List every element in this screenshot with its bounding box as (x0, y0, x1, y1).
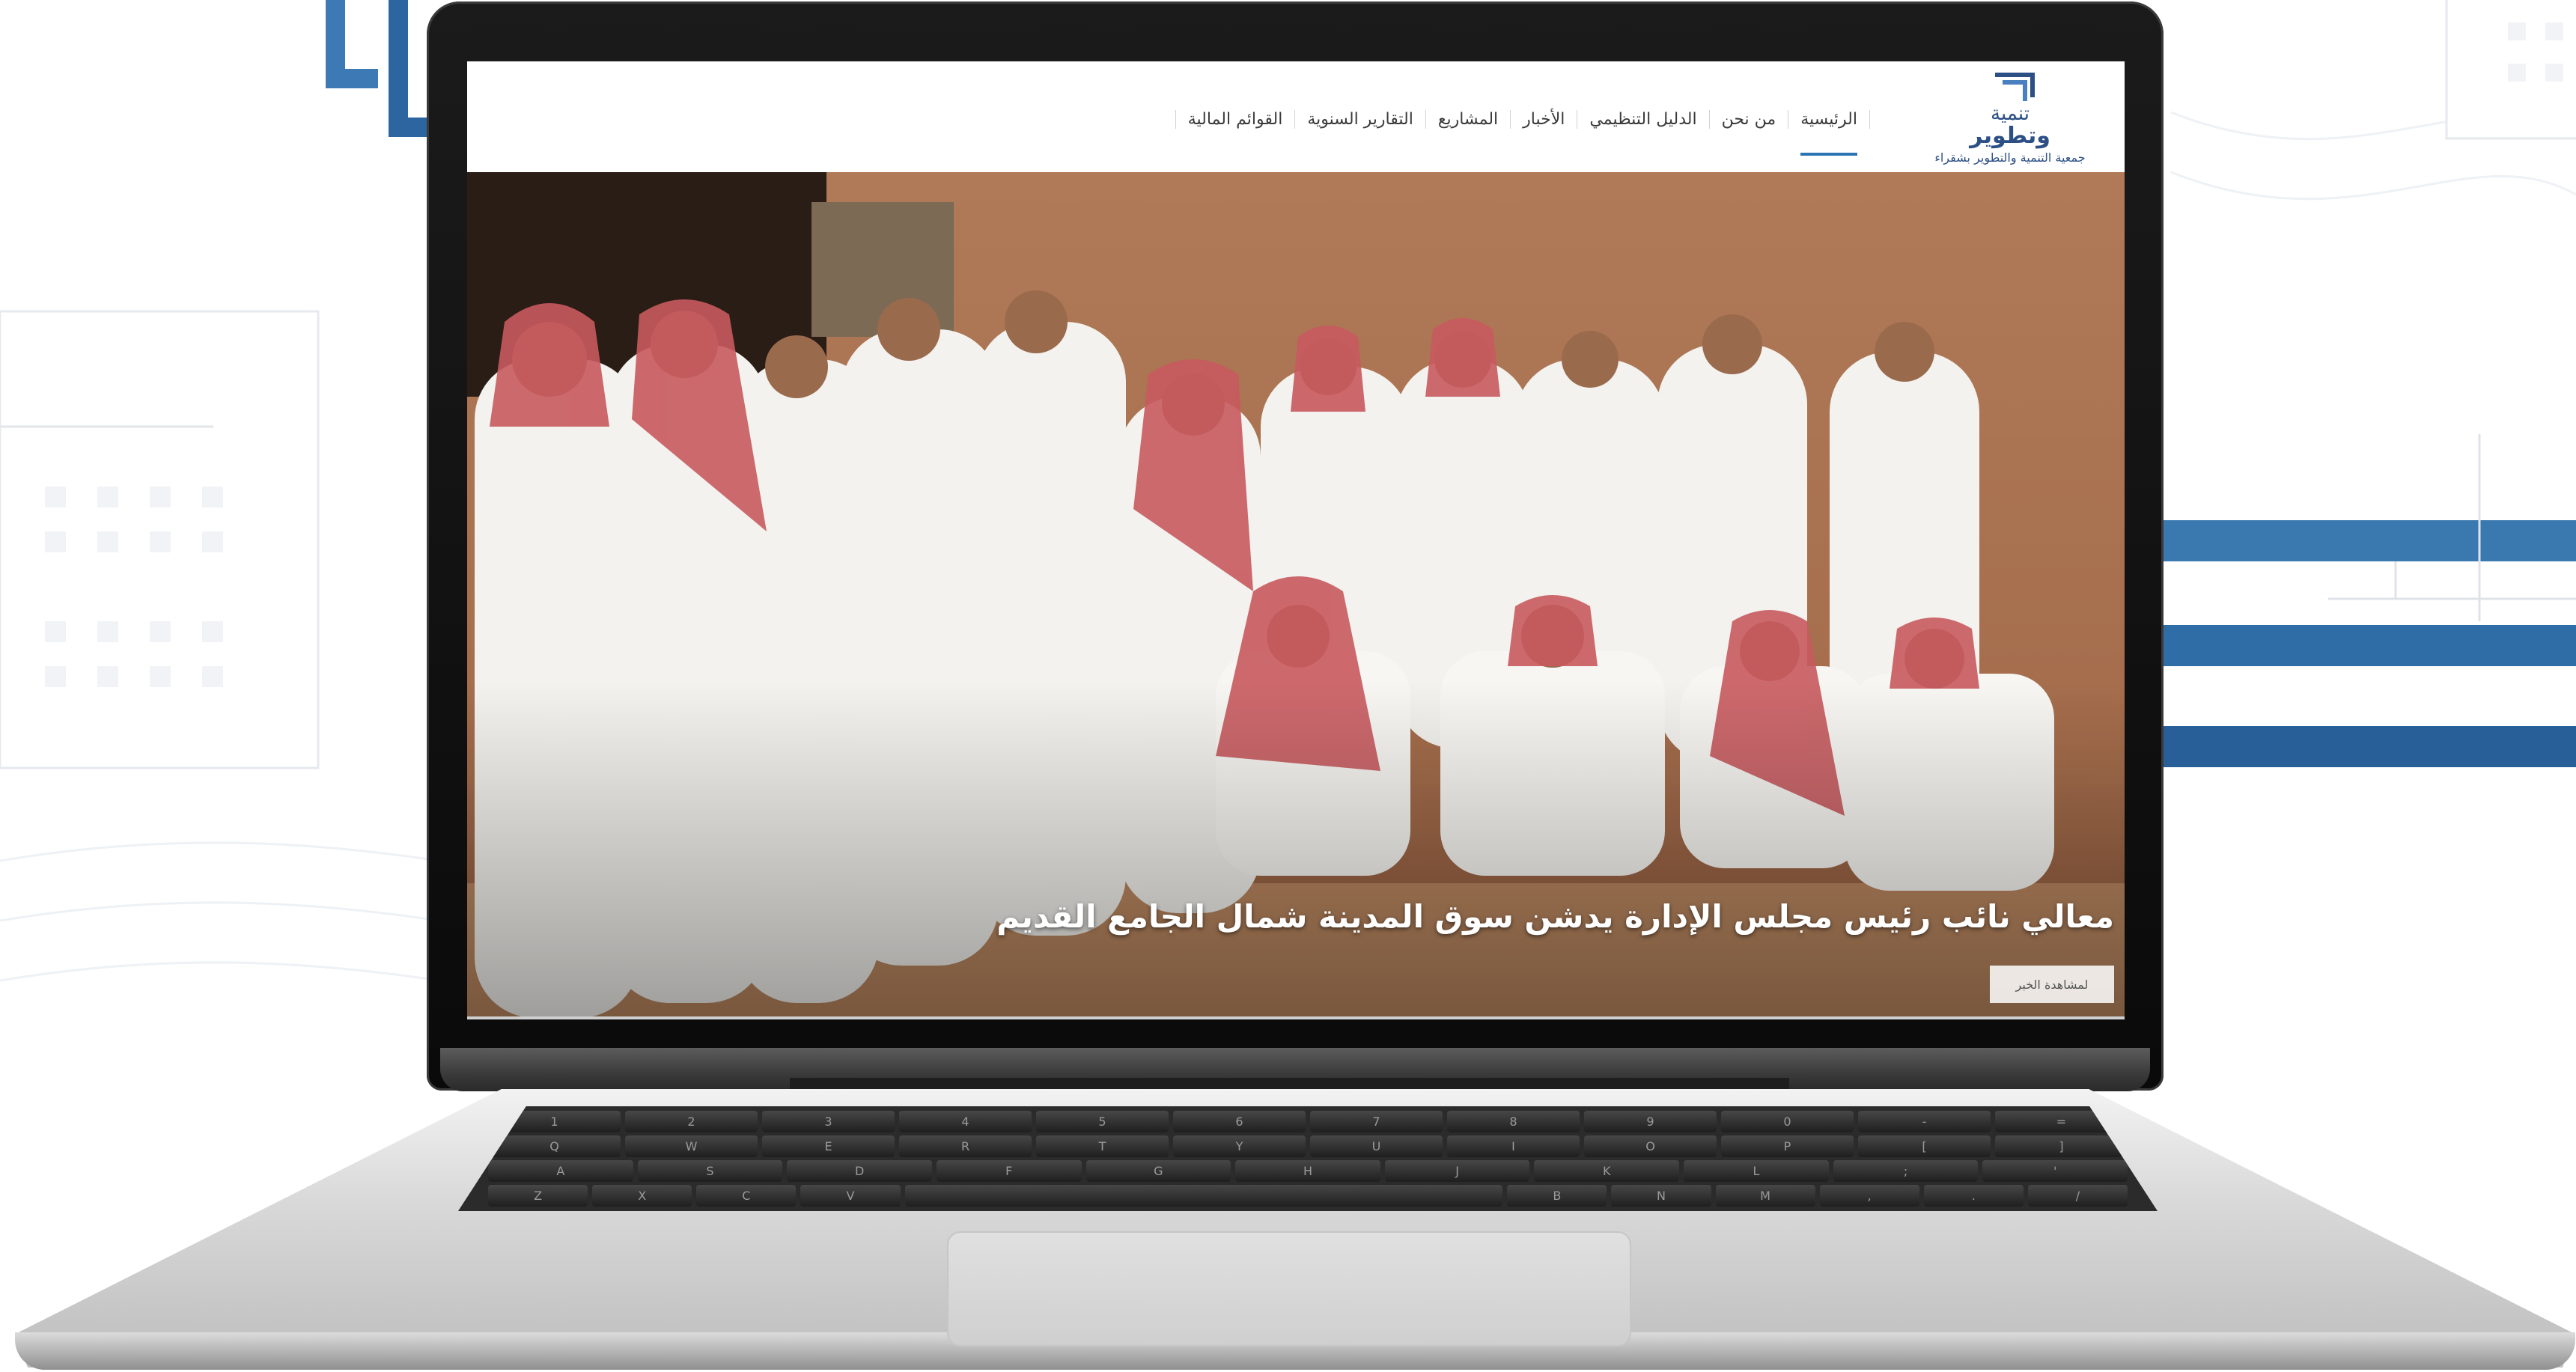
laptop-screen: تنمية وتطوير جمعية التنمية والتطوير بشقر… (467, 61, 2125, 1019)
logo-mark-icon: تنمية (1991, 73, 2035, 125)
key: 5 (1036, 1111, 1169, 1132)
key: H (1235, 1160, 1380, 1182)
nav-item-org-guide[interactable]: الدليل التنظيمي (1577, 109, 1708, 129)
key: ] (1995, 1135, 2128, 1157)
nav-item-annual-reports[interactable]: التقارير السنوية (1294, 109, 1425, 129)
laptop-keyboard: 1 2 3 4 5 6 7 8 9 0 - = Q W E R T Y U I … (458, 1106, 2158, 1211)
key: 9 (1584, 1111, 1717, 1132)
key: Z (488, 1185, 588, 1207)
key: L (1684, 1160, 1829, 1182)
logo-name-top: تنمية (1991, 103, 2030, 125)
key: M (1715, 1185, 1815, 1207)
nav-item-about[interactable]: من نحن (1708, 109, 1788, 129)
keyboard-row: 1 2 3 4 5 6 7 8 9 0 - = (488, 1111, 2128, 1132)
key: 2 (625, 1111, 758, 1132)
logo-subtitle: جمعية التنمية والتطوير بشقراء (1934, 150, 2086, 165)
key: R (899, 1135, 1032, 1157)
key: 7 (1310, 1111, 1443, 1132)
nav-item-financial-statements[interactable]: القوائم المالية (1175, 109, 1295, 129)
key: / (2027, 1185, 2128, 1207)
key: K (1534, 1160, 1680, 1182)
key: A (488, 1160, 633, 1182)
key: E (762, 1135, 895, 1157)
key: D (787, 1160, 932, 1182)
slider-progress-line (467, 1016, 2125, 1019)
key: 4 (899, 1111, 1032, 1132)
key: G (1085, 1160, 1231, 1182)
key: J (1384, 1160, 1530, 1182)
key: 0 (1721, 1111, 1854, 1132)
key: - (1858, 1111, 1991, 1132)
key: Q (488, 1135, 621, 1157)
key: ' (1982, 1160, 2128, 1182)
key: C (696, 1185, 797, 1207)
hero-photo (467, 172, 2125, 1019)
space-key (904, 1185, 1503, 1207)
key: F (936, 1160, 1082, 1182)
key: O (1584, 1135, 1717, 1157)
key: 3 (762, 1111, 895, 1132)
nav-item-news[interactable]: الأخبار (1510, 109, 1577, 129)
hero-title: معالي نائب رئيس مجلس الإدارة يدشن سوق ال… (996, 898, 2114, 935)
key: ; (1833, 1160, 1979, 1182)
nav-item-home[interactable]: الرئيسية (1788, 109, 1870, 156)
keyboard-row: Q W E R T Y U I O P [ ] (488, 1135, 2128, 1157)
keyboard-row: A S D F G H J K L ; ' (488, 1160, 2128, 1182)
keyboard-row: Z X C V B N M , . / (488, 1185, 2128, 1207)
key: 6 (1173, 1111, 1306, 1132)
site-logo[interactable]: تنمية وتطوير جمعية التنمية والتطوير بشقر… (1916, 67, 2104, 171)
laptop-trackpad (947, 1231, 1631, 1347)
key: S (637, 1160, 783, 1182)
key: [ (1858, 1135, 1991, 1157)
site-header: تنمية وتطوير جمعية التنمية والتطوير بشقر… (467, 61, 2125, 172)
nav-item-projects[interactable]: المشاريع (1425, 109, 1510, 129)
key: X (592, 1185, 692, 1207)
key: P (1721, 1135, 1854, 1157)
key: I (1447, 1135, 1580, 1157)
hero-slider: معالي نائب رئيس مجلس الإدارة يدشن سوق ال… (467, 172, 2125, 1019)
key: V (800, 1185, 901, 1207)
key: W (625, 1135, 758, 1157)
key: Y (1173, 1135, 1306, 1157)
key: B (1507, 1185, 1607, 1207)
key: , (1819, 1185, 1919, 1207)
key: T (1036, 1135, 1169, 1157)
main-nav: الرئيسية من نحن الدليل التنظيمي الأخبار … (1175, 100, 1870, 156)
key: U (1310, 1135, 1443, 1157)
key: 8 (1447, 1111, 1580, 1132)
logo-name: وتطوير (1970, 123, 2050, 149)
key: N (1611, 1185, 1711, 1207)
key: . (1923, 1185, 2024, 1207)
view-news-button[interactable]: لمشاهدة الخبر (1990, 966, 2114, 1003)
